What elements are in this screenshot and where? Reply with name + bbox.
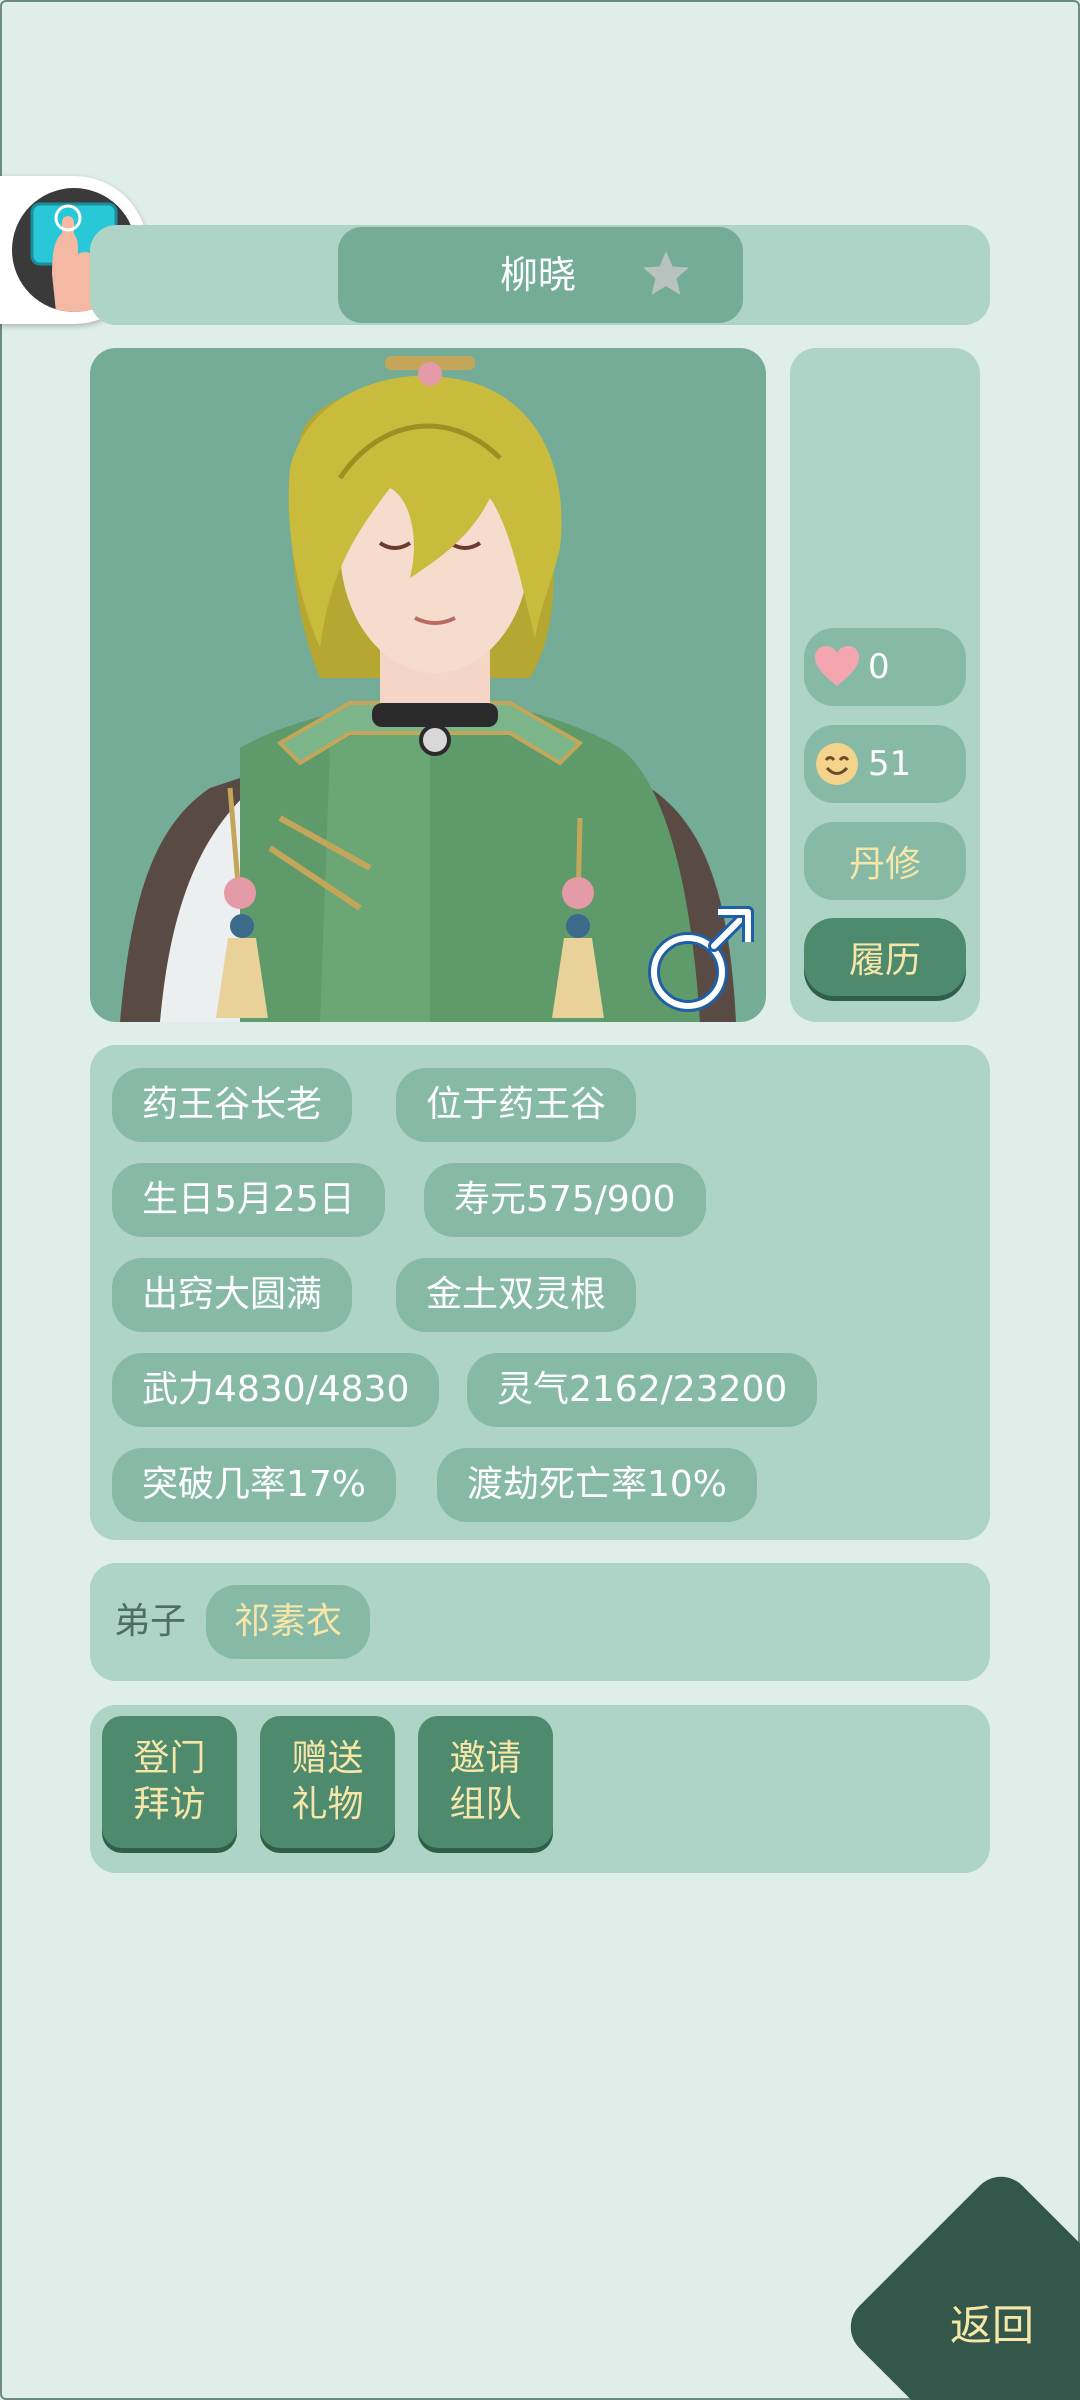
title-tag: 药王谷长老	[112, 1068, 353, 1142]
realm-tag: 出窍大圆满	[112, 1258, 353, 1332]
smile-face-icon	[812, 739, 862, 789]
heart-icon	[812, 642, 862, 692]
spiritual-energy-tag: 灵气2162/23200	[467, 1353, 818, 1427]
male-gender-icon	[640, 900, 760, 1020]
visit-label-line2: 拜访	[133, 1784, 206, 1825]
spirit-root-tag: 金土双灵根	[396, 1258, 637, 1332]
mood-value: 51	[868, 744, 912, 784]
birthday-tag: 生日5月25日	[112, 1163, 385, 1237]
mood-stat: 51	[804, 725, 966, 803]
invite-label-line2: 组队	[449, 1784, 522, 1825]
breakthrough-rate-tag: 突破几率17%	[112, 1448, 397, 1522]
history-button[interactable]: 履历	[804, 918, 966, 996]
disciple-name[interactable]: 祁素衣	[206, 1585, 371, 1659]
tribulation-death-rate-tag: 渡劫死亡率10%	[437, 1448, 758, 1522]
visit-label-line1: 登门	[133, 1738, 206, 1779]
affection-stat: 0	[804, 628, 966, 706]
gift-label-line2: 礼物	[291, 1784, 364, 1825]
visit-button[interactable]: 登门 拜访	[102, 1716, 237, 1848]
back-label[interactable]: 返回	[950, 2292, 1034, 2353]
profession-badge: 丹修	[804, 822, 966, 900]
location-tag: 位于药王谷	[396, 1068, 637, 1142]
disciple-label: 弟子	[114, 1601, 187, 1642]
gift-label-line1: 赠送	[291, 1738, 364, 1779]
force-tag: 武力4830/4830	[112, 1353, 440, 1427]
affection-value: 0	[868, 647, 890, 687]
invite-team-button[interactable]: 邀请 组队	[418, 1716, 553, 1848]
invite-label-line1: 邀请	[449, 1738, 522, 1779]
lifespan-tag: 寿元575/900	[424, 1163, 706, 1237]
star-icon[interactable]	[640, 248, 692, 300]
gift-button[interactable]: 赠送 礼物	[260, 1716, 395, 1848]
